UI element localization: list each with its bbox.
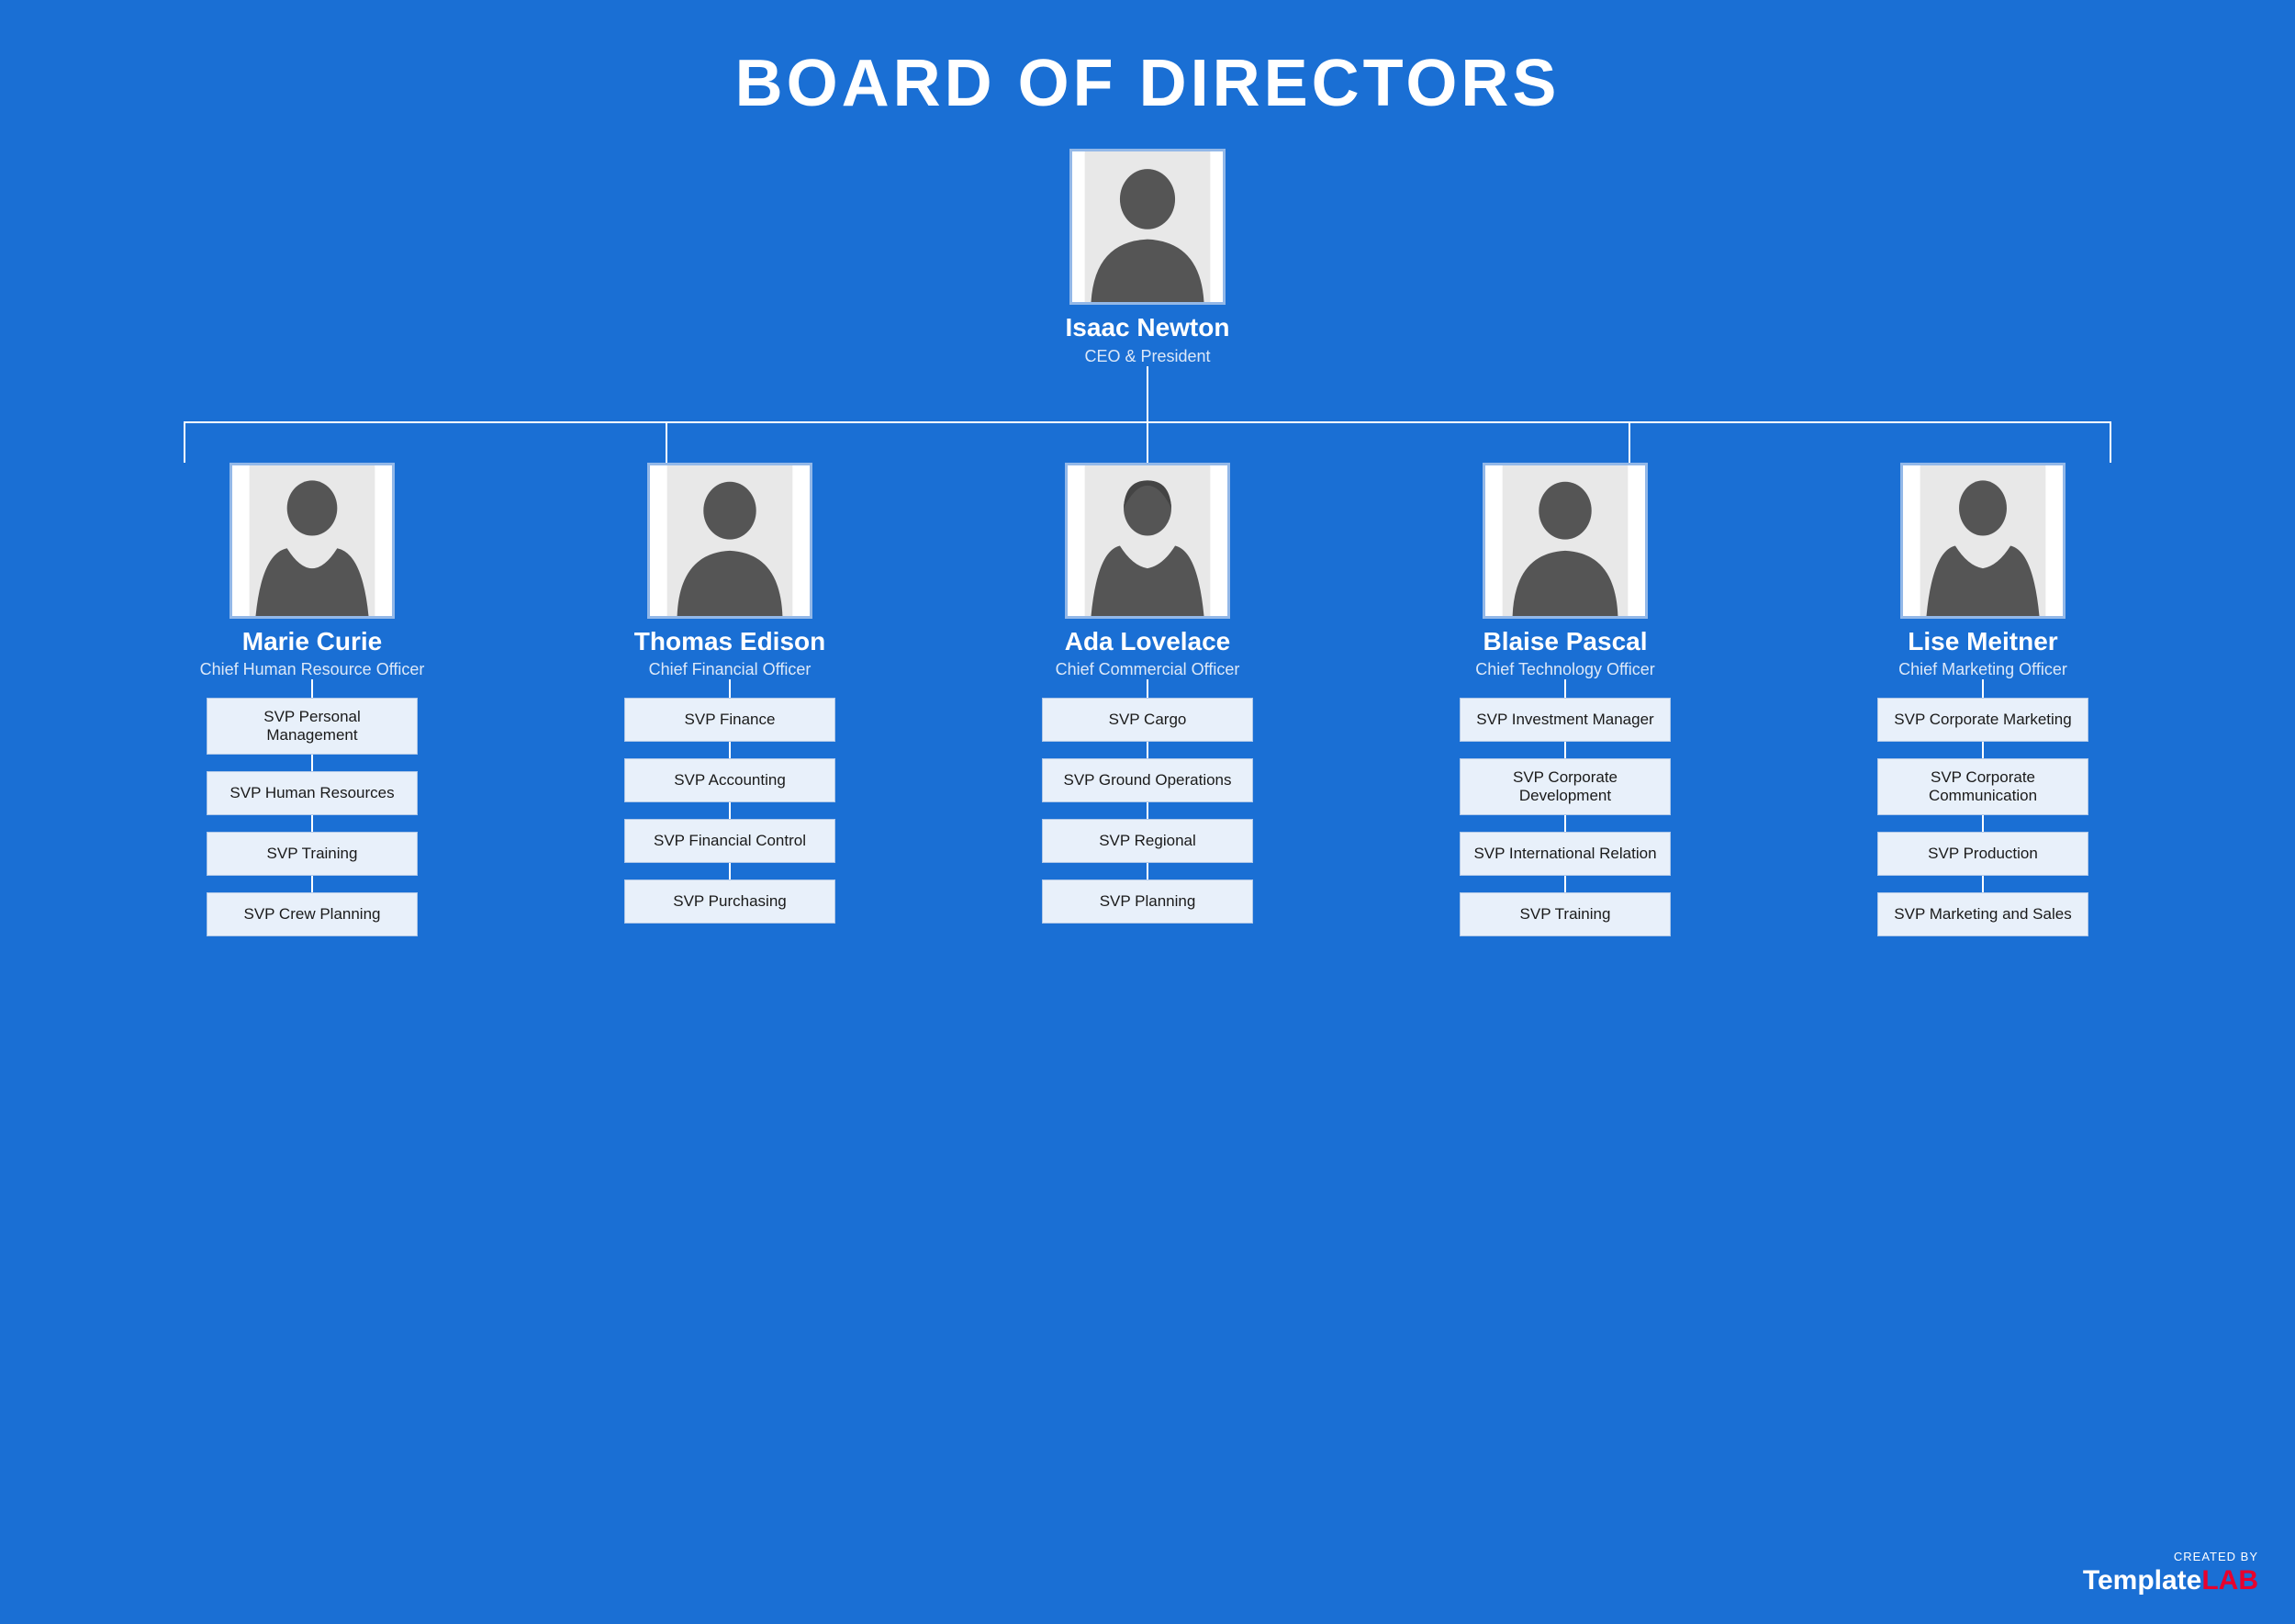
svp-item: SVP Training (1460, 892, 1671, 936)
svp-item: SVP Marketing and Sales (1877, 892, 2088, 936)
svp-list-marie-curie: SVP Personal Management SVP Human Resour… (193, 679, 431, 936)
ceo-avatar (1069, 149, 1226, 305)
watermark-lab: LAB (2201, 1565, 2258, 1596)
drop3 (1147, 421, 1148, 463)
svp-connector (1564, 815, 1566, 832)
svp-vline (729, 679, 731, 698)
name-marie-curie: Marie Curie (242, 626, 383, 657)
card-ada-lovelace: Ada Lovelace Chief Commercial Officer SV… (973, 463, 1322, 937)
card-thomas-edison: Thomas Edison Chief Financial Officer SV… (555, 463, 904, 937)
ceo-card: Isaac Newton CEO & President (1066, 149, 1230, 366)
drop4 (1629, 421, 1630, 463)
svp-connector (1147, 802, 1148, 819)
svp-connector (729, 863, 731, 879)
ceo-name: Isaac Newton (1066, 312, 1230, 343)
svp-item: SVP Crew Planning (207, 892, 418, 936)
card-lise-meitner: Lise Meitner Chief Marketing Officer SVP… (1808, 463, 2157, 937)
drop5 (2110, 421, 2111, 463)
ceo-title: CEO & President (1084, 347, 1210, 366)
svp-item: SVP Corporate Communication (1877, 758, 2088, 815)
svp-list-ada-lovelace: SVP Cargo SVP Ground Operations SVP Regi… (1028, 679, 1267, 924)
svp-item: SVP Ground Operations (1042, 758, 1253, 802)
svp-connector (311, 876, 313, 892)
name-thomas-edison: Thomas Edison (634, 626, 825, 657)
level2-cards: Marie Curie Chief Human Resource Officer… (138, 463, 2157, 937)
svp-item: SVP Corporate Development (1460, 758, 1671, 815)
svp-item: SVP International Relation (1460, 832, 1671, 876)
drop1 (184, 421, 185, 463)
svp-connector (1564, 742, 1566, 758)
page-title: BOARD OF DIRECTORS (0, 0, 2295, 149)
card-blaise-pascal: Blaise Pascal Chief Technology Officer S… (1391, 463, 1740, 937)
svp-vline (1564, 679, 1566, 698)
svp-connector (729, 802, 731, 819)
svp-item: SVP Human Resources (207, 771, 418, 815)
title-ada-lovelace: Chief Commercial Officer (1056, 660, 1240, 679)
svp-item: SVP Personal Management (207, 698, 418, 755)
svp-item: SVP Accounting (624, 758, 835, 802)
page: BOARD OF DIRECTORS Isaac Newton CEO & Pr… (0, 0, 2295, 1624)
title-lise-meitner: Chief Marketing Officer (1898, 660, 2067, 679)
title-marie-curie: Chief Human Resource Officer (200, 660, 425, 679)
svp-list-blaise-pascal: SVP Investment Manager SVP Corporate Dev… (1446, 679, 1685, 936)
svp-list-lise-meitner: SVP Corporate Marketing SVP Corporate Co… (1864, 679, 2102, 936)
org-chart: Isaac Newton CEO & President (0, 149, 2295, 936)
svp-item: SVP Corporate Marketing (1877, 698, 2088, 742)
svp-connector (311, 755, 313, 771)
drop2 (666, 421, 667, 463)
watermark: CREATED BY TemplateLAB (2083, 1550, 2258, 1596)
avatar-thomas-edison (647, 463, 812, 619)
watermark-logo: TemplateLAB (2083, 1565, 2258, 1596)
ceo-vline (1147, 366, 1148, 421)
svp-connector (1147, 742, 1148, 758)
svp-vline (1147, 679, 1148, 698)
svp-item: SVP Training (207, 832, 418, 876)
svp-item: SVP Regional (1042, 819, 1253, 863)
svp-connector (729, 742, 731, 758)
name-ada-lovelace: Ada Lovelace (1065, 626, 1231, 657)
avatar-blaise-pascal (1483, 463, 1648, 619)
svp-connector (1982, 742, 1984, 758)
svp-vline (311, 679, 313, 698)
avatar-lise-meitner (1900, 463, 2066, 619)
svp-connector (1147, 863, 1148, 879)
card-marie-curie: Marie Curie Chief Human Resource Officer… (138, 463, 487, 937)
svp-item: SVP Purchasing (624, 879, 835, 924)
svp-connector (1564, 876, 1566, 892)
svp-item: SVP Production (1877, 832, 2088, 876)
ceo-level: Isaac Newton CEO & President (1066, 149, 1230, 366)
svp-list-thomas-edison: SVP Finance SVP Accounting SVP Financial… (610, 679, 849, 924)
svp-item: SVP Cargo (1042, 698, 1253, 742)
svp-item: SVP Investment Manager (1460, 698, 1671, 742)
title-thomas-edison: Chief Financial Officer (649, 660, 812, 679)
svp-connector (1982, 876, 1984, 892)
svp-item: SVP Financial Control (624, 819, 835, 863)
avatar-ada-lovelace (1065, 463, 1230, 619)
svp-connector (311, 815, 313, 832)
svp-connector (1982, 815, 1984, 832)
svp-vline (1982, 679, 1984, 698)
name-lise-meitner: Lise Meitner (1908, 626, 2057, 657)
svp-item: SVP Finance (624, 698, 835, 742)
avatar-marie-curie (230, 463, 395, 619)
name-blaise-pascal: Blaise Pascal (1483, 626, 1647, 657)
title-blaise-pascal: Chief Technology Officer (1475, 660, 1654, 679)
watermark-created-by: CREATED BY (2174, 1550, 2258, 1563)
svp-item: SVP Planning (1042, 879, 1253, 924)
